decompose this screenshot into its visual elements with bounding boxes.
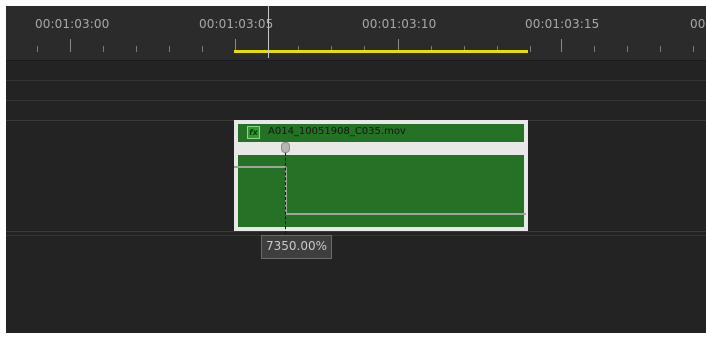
track-divider — [6, 60, 706, 61]
keyframe-graph-line[interactable] — [234, 166, 286, 168]
ruler-tick — [136, 46, 137, 52]
ruler-tick — [169, 46, 170, 52]
clip-name: A014_10051908_C035.mov — [268, 126, 406, 137]
fx-badge-icon[interactable]: fx — [247, 126, 260, 139]
clip-header[interactable]: fx A014_10051908_C035.mov — [238, 124, 524, 142]
track-divider — [6, 231, 706, 232]
value-tooltip: 7350.00% — [261, 235, 333, 259]
timecode-label: 00:01:03:10 — [362, 17, 437, 31]
timecode-label: 00:01:03:00 — [35, 17, 110, 31]
ruler-tick — [202, 46, 203, 52]
track-divider — [6, 100, 706, 101]
video-clip[interactable]: fx A014_10051908_C035.mov — [234, 120, 528, 231]
edit-cursor-line — [285, 148, 286, 234]
ruler-tick — [594, 46, 595, 52]
ruler-tick — [627, 46, 628, 52]
track-divider — [6, 235, 706, 236]
time-ruler[interactable]: 00:01:03:00 00:01:03:05 00:01:03:10 00:0… — [6, 6, 706, 60]
ruler-tick — [103, 46, 104, 52]
keyframe-graph-line[interactable] — [286, 213, 526, 215]
timecode-label: 00 — [690, 17, 706, 31]
ruler-tick — [693, 46, 694, 52]
ruler-tick — [37, 46, 38, 52]
timecode-label: 00:01:03:05 — [199, 17, 274, 31]
ruler-tick — [561, 39, 562, 52]
playhead[interactable] — [268, 6, 269, 58]
track-divider — [6, 80, 706, 81]
timecode-label: 00:01:03:15 — [525, 17, 600, 31]
ruler-tick — [530, 46, 531, 52]
ruler-tick — [70, 39, 71, 52]
timeline-panel[interactable]: 00:01:03:00 00:01:03:05 00:01:03:10 00:0… — [6, 6, 706, 333]
keyframe-handle-icon[interactable] — [281, 142, 290, 153]
work-area-bar[interactable] — [234, 50, 528, 53]
ruler-tick — [660, 46, 661, 52]
